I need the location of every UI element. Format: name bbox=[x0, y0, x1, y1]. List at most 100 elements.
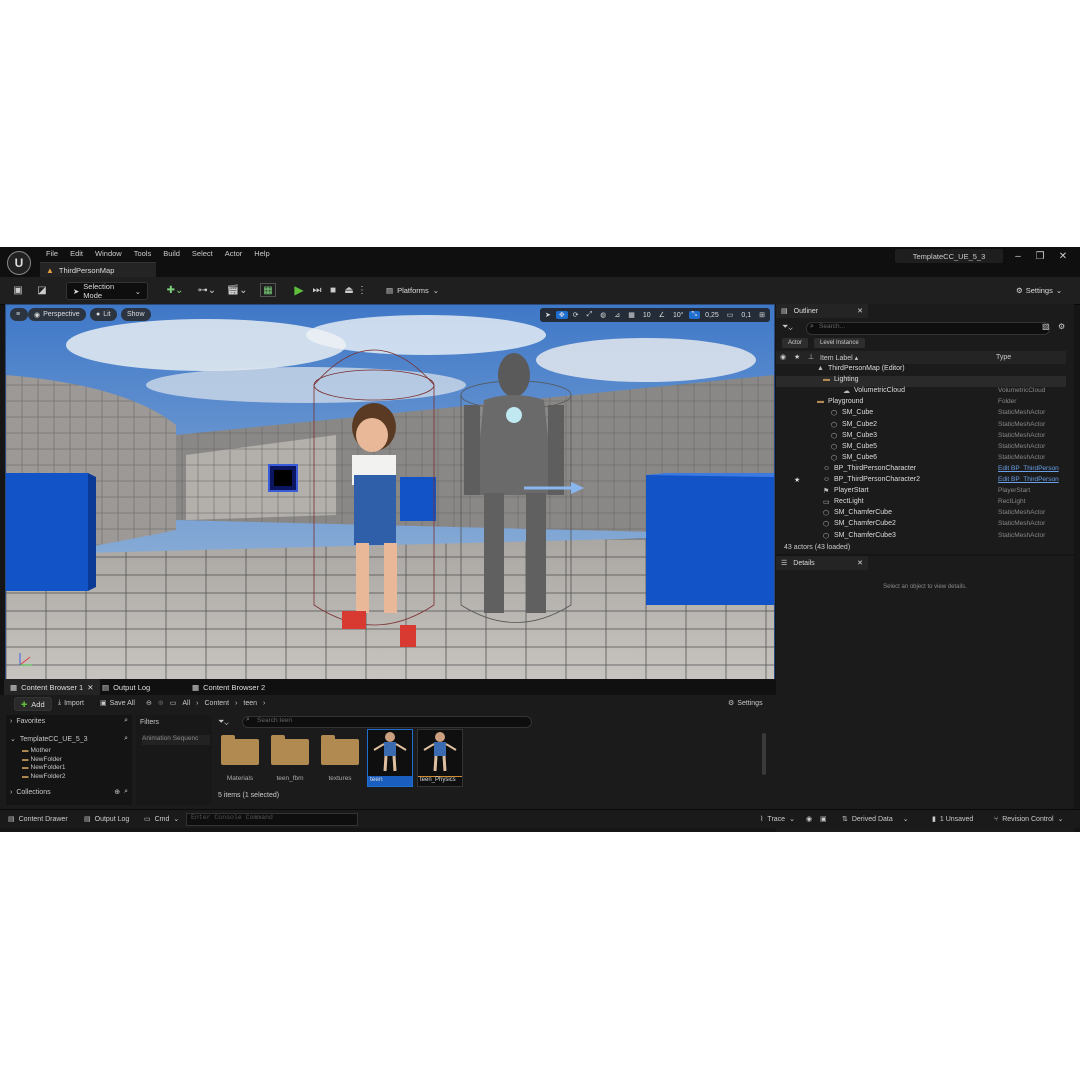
scale-snap-value[interactable]: 0,25 bbox=[702, 312, 722, 319]
history-back-icon[interactable]: ⊖ bbox=[146, 699, 152, 707]
tab-details[interactable]: ☰ Details ✕ bbox=[776, 556, 868, 570]
pin-icon[interactable]: ⊥ bbox=[808, 353, 814, 361]
outliner-row[interactable]: ☺ BP_ThirdPersonCharacter Edit BP_ThirdPer… bbox=[776, 465, 1066, 476]
grid-snap-icon[interactable]: ▦ bbox=[625, 311, 638, 319]
mode-icon[interactable]: ▦ bbox=[260, 283, 276, 297]
console-input[interactable]: Enter Console Command bbox=[186, 813, 358, 826]
history-forward-icon[interactable]: ⊕ bbox=[158, 699, 164, 707]
project-root[interactable]: ⌄ TemplateCC_UE_5_3 ⌕ bbox=[10, 735, 128, 743]
record-icon[interactable]: ◉ bbox=[806, 810, 812, 828]
menu-build[interactable]: Build bbox=[157, 249, 186, 258]
layout-icon[interactable]: ⊞ bbox=[756, 311, 768, 319]
close-icon[interactable]: ✕ bbox=[857, 559, 863, 567]
filter-chip-level-instance[interactable]: Level Instance bbox=[814, 338, 865, 348]
menu-actor[interactable]: Actor bbox=[219, 249, 249, 258]
save-icon[interactable]: ▣ bbox=[10, 281, 26, 299]
menu-help[interactable]: Help bbox=[248, 249, 275, 258]
outliner-search-input[interactable]: Search... bbox=[806, 322, 1050, 335]
show-button[interactable]: Show bbox=[121, 308, 151, 321]
tree-item[interactable]: ▬ NewFolder2 bbox=[22, 773, 66, 782]
add-folder-icon[interactable]: ▨ bbox=[1042, 322, 1050, 331]
cinematics-icon[interactable]: 🎬︎⌄ bbox=[226, 281, 248, 299]
breadcrumb-content[interactable]: Content bbox=[205, 700, 230, 707]
grid-snap-value[interactable]: 10 bbox=[640, 312, 654, 319]
tree-item[interactable]: ▬ Mother bbox=[22, 747, 66, 756]
camera-speed-icon[interactable]: ▭ bbox=[724, 311, 737, 319]
content-drawer-button[interactable]: ▤ Content Drawer bbox=[8, 810, 68, 828]
filter-chip-actor[interactable]: Actor bbox=[782, 338, 809, 348]
stop-icon[interactable]: ■ bbox=[326, 281, 340, 299]
outliner-row[interactable]: ⬡ SM_Cube6 StaticMeshActor bbox=[776, 454, 1066, 465]
world-space-icon[interactable]: ◍ bbox=[597, 311, 609, 319]
step-icon[interactable]: ⏭ bbox=[310, 281, 324, 299]
rotation-snap-value[interactable]: 10° bbox=[670, 312, 687, 319]
settings-button[interactable]: ⚙ Settings ⌄ bbox=[1016, 286, 1062, 295]
outliner-row[interactable]: ⬡ SM_Cube2 StaticMeshActor bbox=[776, 421, 1066, 432]
outliner-row[interactable]: ▬ Lighting bbox=[776, 376, 1066, 388]
level-viewport[interactable]: ≡ ◉ Perspective ● Lit Show ➤ ✥ ⟳ ⤢ ◍ ⊿ ▦… bbox=[5, 304, 775, 680]
outliner-row[interactable]: ⬡ SM_Cube5 StaticMeshActor bbox=[776, 443, 1066, 454]
save-all-button[interactable]: ▣ Save All bbox=[100, 699, 135, 708]
unsaved-button[interactable]: ▮ 1 Unsaved bbox=[932, 810, 973, 828]
breadcrumb-folder-icon[interactable]: ▭ bbox=[170, 699, 177, 707]
minimize-icon[interactable]: – bbox=[1008, 249, 1028, 263]
derived-data-dropdown[interactable]: ⇅ Derived Data ⌄ bbox=[842, 810, 909, 828]
menu-edit[interactable]: Edit bbox=[64, 249, 89, 258]
rotation-snap-icon[interactable]: ∠ bbox=[656, 311, 668, 319]
breadcrumb-all[interactable]: All bbox=[182, 700, 190, 707]
outliner-row[interactable]: ▬ Playground Folder bbox=[776, 398, 1066, 409]
favorites-section[interactable]: › Favorites ⌕ bbox=[10, 717, 128, 725]
tab-content-browser-2[interactable]: ▦ Content Browser 2 bbox=[186, 679, 271, 695]
asset-tile-folder[interactable]: textures bbox=[318, 733, 362, 789]
cmd-dropdown[interactable]: ▭ Cmd ⌄ bbox=[144, 810, 179, 828]
asset-tile-physics-asset[interactable]: teen_Physics bbox=[417, 729, 463, 787]
camera-speed-value[interactable]: 0,1 bbox=[738, 312, 754, 319]
rotate-tool-icon[interactable]: ⟳ bbox=[570, 311, 582, 319]
asset-tile-folder[interactable]: Materials bbox=[218, 733, 262, 789]
asset-search-input[interactable]: Search teen bbox=[242, 716, 532, 728]
menu-file[interactable]: File bbox=[40, 249, 64, 258]
close-icon[interactable]: ✕ bbox=[1053, 249, 1073, 263]
outliner-row-type[interactable]: Edit BP_ThirdPerson bbox=[998, 465, 1059, 472]
tab-outliner[interactable]: ▤ Outliner ✕ bbox=[776, 304, 868, 318]
add-actor-icon[interactable]: ✚⌄ bbox=[164, 281, 186, 299]
column-type[interactable]: Type bbox=[996, 354, 1011, 361]
outliner-row[interactable]: ▲ ThirdPersonMap (Editor) bbox=[776, 365, 1066, 376]
close-icon[interactable]: ✕ bbox=[857, 307, 863, 315]
close-icon[interactable]: ✕ bbox=[87, 683, 93, 692]
breadcrumb-teen[interactable]: teen bbox=[243, 700, 257, 707]
blueprint-icon[interactable]: ⊶⌄ bbox=[196, 281, 218, 299]
search-icon[interactable]: ⌕ bbox=[124, 717, 128, 725]
gear-icon[interactable]: ⚙ bbox=[1058, 322, 1065, 331]
asset-tile-folder[interactable]: teen_fbm bbox=[268, 733, 312, 789]
visibility-icon[interactable]: ◉ bbox=[780, 353, 786, 361]
outliner-row[interactable]: ⬡ SM_Cube3 StaticMeshActor bbox=[776, 432, 1066, 443]
add-button[interactable]: ✚ Add bbox=[14, 697, 52, 711]
menu-tools[interactable]: Tools bbox=[128, 249, 158, 258]
outliner-row[interactable]: ⬡ SM_ChamferCube3 StaticMeshActor bbox=[776, 532, 1066, 543]
tree-item[interactable]: ▬ NewFolder bbox=[22, 756, 66, 765]
tab-level-map[interactable]: ▲ ThirdPersonMap bbox=[40, 262, 156, 278]
lit-button[interactable]: ● Lit bbox=[90, 308, 117, 321]
outliner-row[interactable]: ⚑ PlayerStart PlayerStart bbox=[776, 487, 1066, 498]
outliner-row-type[interactable]: Edit BP_ThirdPerson bbox=[998, 476, 1059, 483]
search-icon[interactable]: ⌕ bbox=[124, 735, 128, 743]
unreal-logo-icon[interactable]: U bbox=[7, 251, 31, 275]
screenshot-icon[interactable]: ▣ bbox=[820, 810, 827, 828]
outliner-row[interactable]: ⬡ SM_ChamferCube2 StaticMeshActor bbox=[776, 520, 1066, 531]
outliner-row[interactable]: ⬡ SM_Cube StaticMeshActor bbox=[776, 409, 1066, 420]
import-button[interactable]: ⤓ Import bbox=[58, 699, 84, 707]
more-options-icon[interactable]: ⋮ bbox=[357, 281, 367, 299]
filter-icon[interactable]: ⏷⌄ bbox=[782, 322, 793, 332]
trace-dropdown[interactable]: ⌇ Trace ⌄ bbox=[760, 810, 795, 828]
select-tool-icon[interactable]: ➤ bbox=[542, 311, 554, 319]
scale-snap-icon[interactable]: ⤡ bbox=[688, 311, 701, 319]
add-collection-icon[interactable]: ⊕ bbox=[114, 788, 120, 796]
browse-icon[interactable]: ◪ bbox=[34, 281, 50, 299]
outliner-row[interactable]: ▭ RectLight RectLight bbox=[776, 498, 1066, 509]
star-icon[interactable]: ★ bbox=[794, 353, 800, 361]
filter-icon[interactable]: ⏷⌄ bbox=[218, 717, 229, 727]
asset-scrollbar[interactable] bbox=[762, 733, 766, 775]
perspective-button[interactable]: ◉ Perspective bbox=[28, 308, 86, 321]
asset-tile-skeletal-mesh[interactable]: teen bbox=[367, 729, 413, 787]
